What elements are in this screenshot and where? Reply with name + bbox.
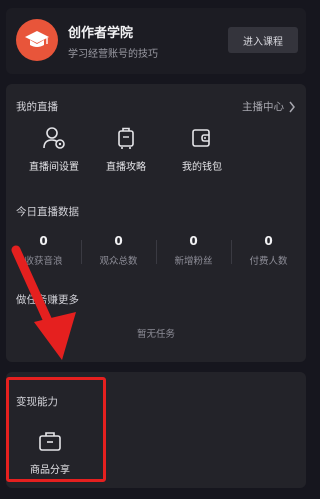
- suitcase-icon: [118, 127, 134, 149]
- live-room-settings-label: 直播间设置: [29, 162, 79, 173]
- stat-paying-users[interactable]: 0 付费人数: [231, 234, 306, 270]
- stat-value: 0: [189, 234, 198, 248]
- host-center-label: 主播中心: [242, 101, 284, 113]
- my-live-card: 我的直播 主播中心 直播间设置 直播攻略 我的钱包 今日直播数据 0 收获音浪 …: [6, 84, 306, 362]
- live-guide-button[interactable]: 直播攻略: [86, 126, 166, 173]
- stat-label: 收获音浪: [24, 256, 63, 267]
- academy-title: 创作者学院: [68, 26, 134, 41]
- creator-academy-card[interactable]: 创作者学院 学习经营账号的技巧 进入课程: [6, 8, 306, 74]
- academy-subtitle: 学习经营账号的技巧: [68, 49, 158, 60]
- stat-value: 0: [39, 234, 48, 248]
- highlight-box: [6, 377, 106, 482]
- stat-label: 付费人数: [249, 256, 288, 267]
- my-wallet-label: 我的钱包: [182, 162, 222, 173]
- enter-course-button[interactable]: 进入课程: [228, 27, 298, 53]
- stat-new-fans[interactable]: 0 新增粉丝: [156, 234, 231, 270]
- wallet-icon: [192, 129, 210, 147]
- live-room-settings-button[interactable]: 直播间设置: [14, 126, 94, 173]
- graduation-cap-icon: [16, 19, 58, 61]
- today-stats: 0 收获音浪 0 观众总数 0 新增粉丝 0 付费人数: [6, 234, 306, 270]
- stat-value: 0: [264, 234, 273, 248]
- my-wallet-button[interactable]: 我的钱包: [162, 126, 242, 173]
- user-settings-icon: [43, 127, 65, 149]
- stat-income[interactable]: 0 收获音浪: [6, 234, 81, 270]
- stat-label: 观众总数: [99, 256, 138, 267]
- stat-viewers[interactable]: 0 观众总数: [81, 234, 156, 270]
- chevron-right-icon: [289, 101, 295, 112]
- stat-value: 0: [114, 234, 123, 248]
- tasks-title: 做任务赚更多: [16, 294, 79, 306]
- my-live-title: 我的直播: [16, 101, 58, 113]
- stat-label: 新增粉丝: [174, 256, 213, 267]
- today-live-data-title: 今日直播数据: [16, 206, 79, 218]
- host-center-link[interactable]: 主播中心: [242, 99, 296, 114]
- no-task-text: 暂无任务: [136, 329, 175, 340]
- live-guide-label: 直播攻略: [106, 162, 146, 173]
